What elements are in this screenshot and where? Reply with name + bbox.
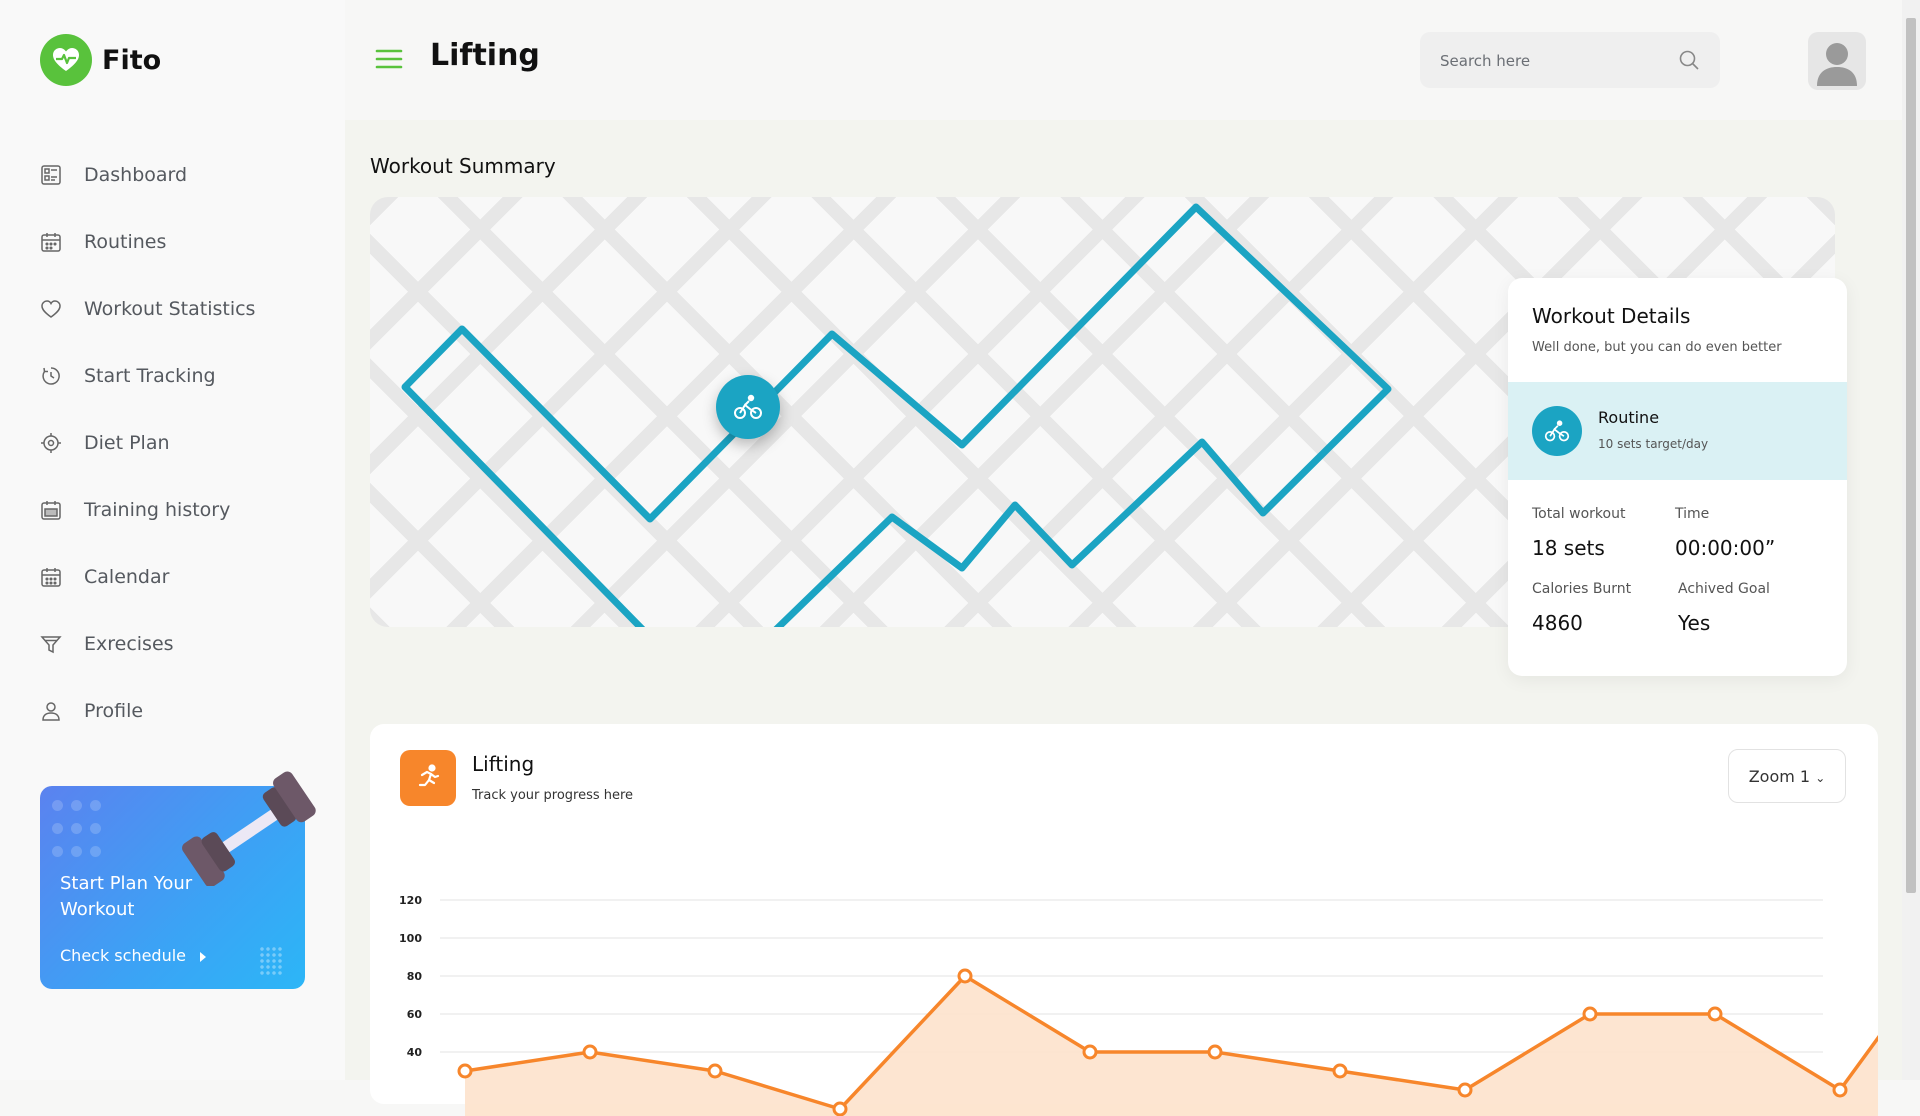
routine-row[interactable]: Routine 10 sets target/day [1508, 382, 1847, 480]
sidebar-item-start-tracking[interactable]: Start Tracking [40, 342, 255, 409]
search-input[interactable] [1438, 32, 1672, 90]
y-tick-label: 80 [407, 970, 423, 983]
data-point [1332, 1063, 1348, 1079]
sidebar: Fito Dashboard Routines Workout Statisti… [0, 0, 345, 1080]
details-title: Workout Details [1532, 304, 1691, 328]
app-name: Fito [102, 44, 162, 76]
search-icon[interactable] [1678, 49, 1700, 71]
stat-label-calories: Calories Burnt [1532, 581, 1632, 597]
data-point [1707, 1006, 1723, 1022]
chevron-down-icon: ⌄ [1815, 770, 1826, 785]
dumbbell-icon [182, 771, 316, 886]
heartbeat-logo-icon [40, 34, 92, 86]
sidebar-item-calendar[interactable]: Calendar [40, 543, 255, 610]
stat-value-time: 00:00:00” [1675, 536, 1776, 560]
data-point [957, 968, 973, 984]
search-box [1420, 32, 1720, 90]
dashboard-icon [41, 164, 61, 185]
check-schedule-label: Check schedule [60, 946, 187, 965]
sidebar-item-routines[interactable]: Routines [40, 208, 255, 275]
cyclist-marker[interactable] [716, 375, 780, 439]
routine-target: 10 sets target/day [1598, 437, 1709, 451]
data-point [1457, 1082, 1473, 1098]
sidebar-item-diet-plan[interactable]: Diet Plan [40, 409, 255, 476]
promo-title: Start Plan Your Workout [60, 873, 193, 920]
check-schedule-link[interactable]: Check schedule [60, 946, 207, 965]
stat-value-total-workout: 18 sets [1532, 536, 1605, 560]
target-icon [41, 432, 61, 453]
zoom-label: Zoom 1 [1748, 766, 1811, 786]
sidebar-item-label: Workout Statistics [84, 297, 256, 320]
workout-details-card: Workout Details Well done, but you can d… [1508, 278, 1847, 676]
sidebar-item-label: Calendar [84, 565, 170, 588]
data-point [1582, 1006, 1598, 1022]
data-point [1082, 1044, 1098, 1060]
bicycle-icon [734, 394, 762, 419]
avatar[interactable] [1808, 32, 1866, 90]
scrollbar[interactable] [1902, 0, 1920, 1080]
stat-value-goal: Yes [1678, 611, 1711, 635]
page-title: Lifting [430, 38, 540, 73]
timer-icon [42, 366, 60, 385]
stat-value-calories: 4860 [1532, 611, 1583, 635]
sidebar-nav: Dashboard Routines Workout Statistics St… [40, 141, 255, 744]
y-tick-label: 100 [399, 932, 422, 945]
hamburger-menu-icon[interactable] [374, 44, 404, 74]
sidebar-item-label: Diet Plan [84, 431, 170, 454]
sidebar-item-label: Profile [84, 699, 144, 722]
calendar-icon [41, 567, 61, 587]
sidebar-item-label: Routines [84, 230, 167, 253]
series-area [465, 976, 1878, 1116]
zoom-dropdown[interactable]: Zoom 1 ⌄ [1728, 749, 1846, 803]
bicycle-icon [1532, 406, 1582, 456]
card-subtitle: Track your progress here [472, 788, 634, 803]
sidebar-item-label: Dashboard [84, 163, 188, 186]
sidebar-item-label: Exrecises [84, 632, 174, 655]
running-icon [400, 750, 456, 806]
y-tick-label: 40 [407, 1046, 423, 1059]
decorative-dot-grid [259, 946, 283, 976]
data-point [582, 1044, 598, 1060]
y-tick-label: 120 [399, 894, 422, 907]
promo-card[interactable]: Start Plan Your Workout Check schedule [40, 771, 316, 989]
card-title: Lifting [472, 752, 535, 776]
caret-right-icon [200, 951, 207, 962]
calendar-grid-icon [41, 232, 61, 252]
sidebar-item-training-history[interactable]: Training history [40, 476, 255, 543]
stat-label-time: Time [1675, 506, 1710, 522]
heart-icon [41, 299, 61, 318]
user-avatar-icon [1817, 43, 1857, 86]
details-subtitle: Well done, but you can do even better [1532, 340, 1782, 355]
data-point [707, 1063, 723, 1079]
filter-icon [40, 635, 62, 653]
data-point [457, 1063, 473, 1079]
sidebar-item-profile[interactable]: Profile [40, 677, 255, 744]
user-icon [42, 701, 60, 721]
stat-label-total-workout: Total workout [1532, 506, 1626, 522]
app-logo[interactable]: Fito [40, 34, 161, 86]
data-point [832, 1101, 848, 1116]
sidebar-item-dashboard[interactable]: Dashboard [40, 141, 255, 208]
decorative-dots [48, 796, 105, 865]
progress-chart: 120 100 80 60 40 [399, 894, 1878, 1116]
sidebar-item-label: Training history [84, 498, 231, 521]
history-calendar-icon [41, 500, 61, 520]
sidebar-item-label: Start Tracking [84, 364, 216, 387]
workout-summary-title: Workout Summary [370, 154, 556, 178]
scrollbar-thumb[interactable] [1906, 18, 1916, 893]
sidebar-item-workout-statistics[interactable]: Workout Statistics [40, 275, 255, 342]
routine-title: Routine [1598, 408, 1660, 427]
data-point [1832, 1082, 1848, 1098]
lifting-progress-card: Lifting Track your progress here Zoom 1 … [370, 724, 1878, 1116]
y-tick-label: 60 [407, 1008, 423, 1021]
stat-label-goal: Achived Goal [1678, 581, 1770, 597]
data-point [1207, 1044, 1223, 1060]
sidebar-item-exercises[interactable]: Exrecises [40, 610, 255, 677]
